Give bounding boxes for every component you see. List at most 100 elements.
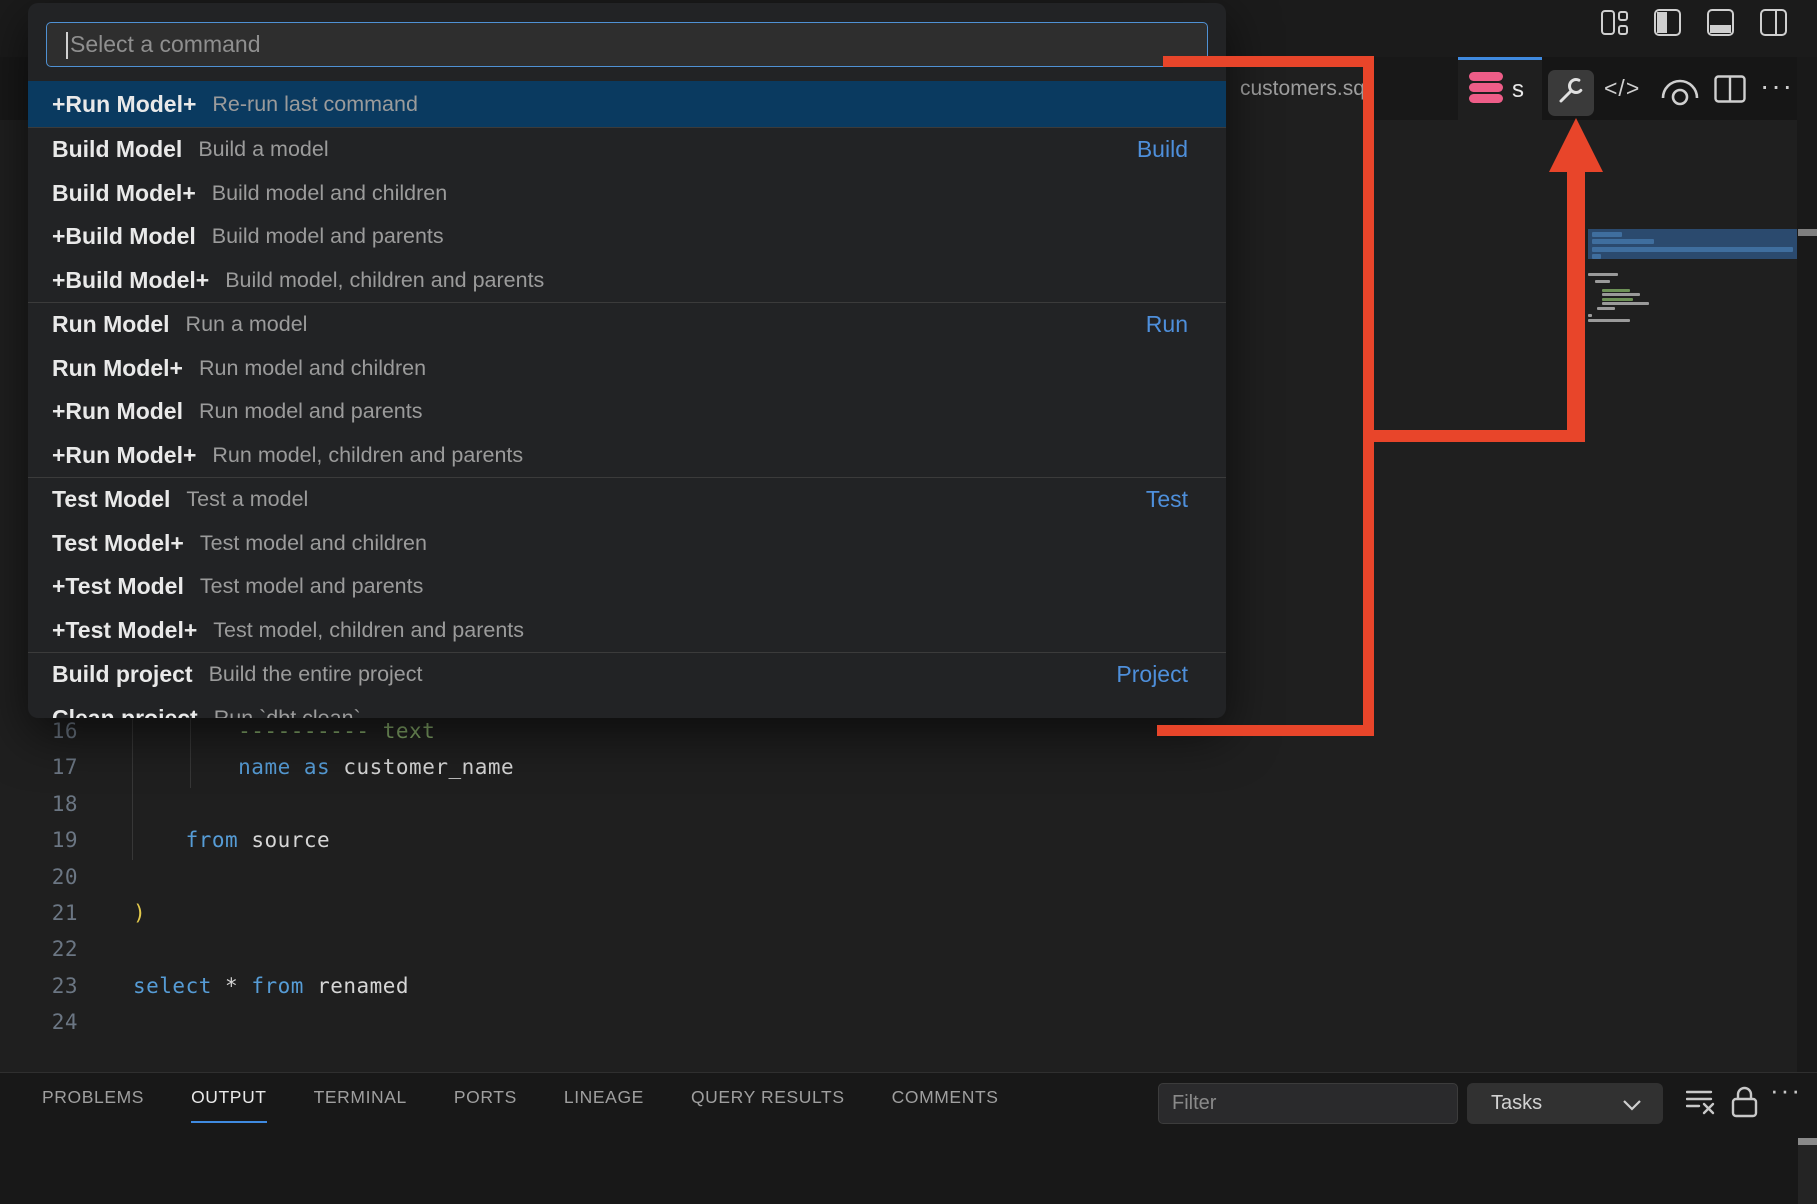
compiled-code-icon[interactable]: </> — [1604, 57, 1640, 120]
command-description: Build model and children — [212, 181, 447, 206]
command-item[interactable]: +Run ModelRun model and parents — [28, 390, 1226, 434]
command-item[interactable]: +Build Model+Build model, children and p… — [28, 259, 1226, 303]
annotation-arrow-head — [1549, 118, 1603, 172]
command-label: Test Model — [52, 486, 170, 513]
indent-guide — [190, 715, 191, 788]
code-text: ) — [133, 895, 146, 932]
editor-right-edge — [1797, 57, 1817, 1072]
command-item[interactable]: +Run Model+Re-run last command — [28, 81, 1226, 127]
command-description: Test model and parents — [200, 574, 424, 599]
indent-guide — [132, 715, 133, 860]
command-category: Run — [1146, 311, 1188, 338]
minimap-line — [1592, 239, 1654, 244]
command-label: +Build Model — [52, 223, 196, 250]
dbt-commands-button[interactable] — [1548, 70, 1594, 116]
toggle-primary-sidebar-icon[interactable] — [1653, 8, 1682, 37]
panel-more-actions-icon[interactable]: ··· — [1770, 1075, 1802, 1106]
vscode-window: customers.sql s — [0, 0, 1817, 1204]
code-line[interactable]: 20 — [0, 859, 1200, 896]
command-item[interactable]: Test Model+Test model and children — [28, 522, 1226, 566]
filter-placeholder: Filter — [1172, 1084, 1216, 1123]
command-label: Build project — [52, 661, 193, 688]
preview-eye-icon[interactable] — [1658, 71, 1702, 114]
minimap-line — [1592, 247, 1793, 252]
minimap-scrollbar[interactable] — [1798, 229, 1817, 236]
command-item[interactable]: +Test Model+Test model, children and par… — [28, 609, 1226, 653]
minimap-line — [1588, 273, 1618, 276]
minimap[interactable] — [1588, 172, 1797, 772]
command-item[interactable]: Test ModelTest a modelTest — [28, 478, 1226, 522]
command-item[interactable]: +Run Model+Run model, children and paren… — [28, 434, 1226, 478]
command-description: Run model and children — [199, 356, 426, 381]
command-label: Build Model+ — [52, 180, 196, 207]
tasks-dropdown[interactable]: Tasks — [1467, 1083, 1663, 1124]
command-item[interactable]: Build project Build the entire project Pro… — [28, 653, 1226, 697]
lock-icon[interactable] — [1731, 1086, 1758, 1124]
database-icon — [1468, 72, 1504, 108]
code-line[interactable]: 22 — [0, 931, 1200, 968]
command-description: Build a model — [198, 137, 328, 162]
panel-scrollbar[interactable] — [1798, 1138, 1817, 1145]
command-label: +Test Model — [52, 573, 184, 600]
code-line[interactable]: 16 ---------- text — [0, 713, 1200, 750]
code-line[interactable]: 18 — [0, 786, 1200, 823]
toggle-secondary-sidebar-icon[interactable] — [1759, 8, 1788, 37]
command-list: +Run Model+Re-run last command Build Mode… — [28, 81, 1226, 718]
tab-sources-label: s — [1512, 76, 1524, 104]
command-item[interactable]: Run ModelRun a modelRun — [28, 303, 1226, 347]
line-number: 16 — [0, 713, 78, 750]
line-number: 19 — [0, 822, 78, 859]
minimap-line — [1592, 232, 1622, 237]
command-category: Project — [1116, 661, 1188, 688]
command-description: Build the entire project — [209, 662, 423, 687]
code-line[interactable]: 23select * from renamed — [0, 968, 1200, 1005]
minimap-line — [1588, 314, 1592, 317]
command-item[interactable]: +Test Model Test model and parents — [28, 565, 1226, 609]
panel-tab-comments[interactable]: COMMENTS — [892, 1087, 999, 1123]
command-label: +Run Model+ — [52, 91, 196, 118]
annotation-vertical-segment — [1363, 56, 1374, 736]
command-description: Test a model — [186, 487, 308, 512]
minimap-line — [1595, 280, 1610, 283]
wrench-icon — [1556, 76, 1586, 111]
secondary-editor-tab-bar: s </> — [1458, 57, 1817, 120]
minimap-line — [1592, 254, 1601, 259]
code-line[interactable]: 24 — [0, 1004, 1200, 1041]
command-item[interactable]: Clean projectRun `dbt clean` — [28, 697, 1226, 719]
annotation-arrow-shaft — [1567, 168, 1585, 442]
filter-input[interactable]: Filter — [1158, 1083, 1458, 1124]
command-label: +Build Model+ — [52, 267, 209, 294]
tab-sources[interactable]: s — [1458, 57, 1542, 120]
command-description: Test model, children and parents — [213, 618, 524, 643]
command-description: Run model, children and parents — [212, 443, 523, 468]
command-description: Test model and children — [200, 531, 427, 556]
command-item[interactable]: Run Model+Run model and children — [28, 347, 1226, 391]
annotation-branch-segment — [1370, 430, 1585, 442]
command-item[interactable]: +Build ModelBuild model and parents — [28, 215, 1226, 259]
panel-tab-lineage[interactable]: LINEAGE — [564, 1087, 644, 1123]
code-line[interactable]: 21) — [0, 895, 1200, 932]
panel-tab-output[interactable]: OUTPUT — [191, 1087, 267, 1123]
editor-more-actions-icon[interactable]: ··· — [1760, 57, 1794, 120]
code-line[interactable]: 17 name as customer_name — [0, 749, 1200, 786]
minimap-line — [1602, 298, 1633, 301]
code-text: ---------- text — [133, 713, 435, 750]
chevron-down-icon — [1623, 1098, 1641, 1116]
command-palette: Select a command +Run Model+Re-run last … — [28, 3, 1226, 718]
split-editor-icon[interactable] — [1714, 75, 1746, 108]
panel-tab-ports[interactable]: PORTS — [454, 1087, 517, 1123]
annotation-top-segment — [1163, 56, 1374, 67]
code-line[interactable]: 19 from source — [0, 822, 1200, 859]
command-item[interactable]: Build Model+ Build model and children — [28, 172, 1226, 216]
customize-layout-icon[interactable] — [1600, 8, 1629, 37]
command-input[interactable]: Select a command — [46, 22, 1208, 67]
panel-tab-query-results[interactable]: QUERY RESULTS — [691, 1087, 845, 1123]
line-number: 23 — [0, 968, 78, 1005]
command-item[interactable]: Build ModelBuild a modelBuild — [28, 128, 1226, 172]
command-label: Build Model — [52, 136, 182, 163]
clear-output-icon[interactable] — [1686, 1089, 1716, 1122]
minimap-line — [1602, 293, 1640, 296]
panel-tab-problems[interactable]: PROBLEMS — [42, 1087, 144, 1123]
panel-tab-terminal[interactable]: TERMINAL — [314, 1087, 407, 1123]
toggle-panel-icon[interactable] — [1706, 8, 1735, 37]
